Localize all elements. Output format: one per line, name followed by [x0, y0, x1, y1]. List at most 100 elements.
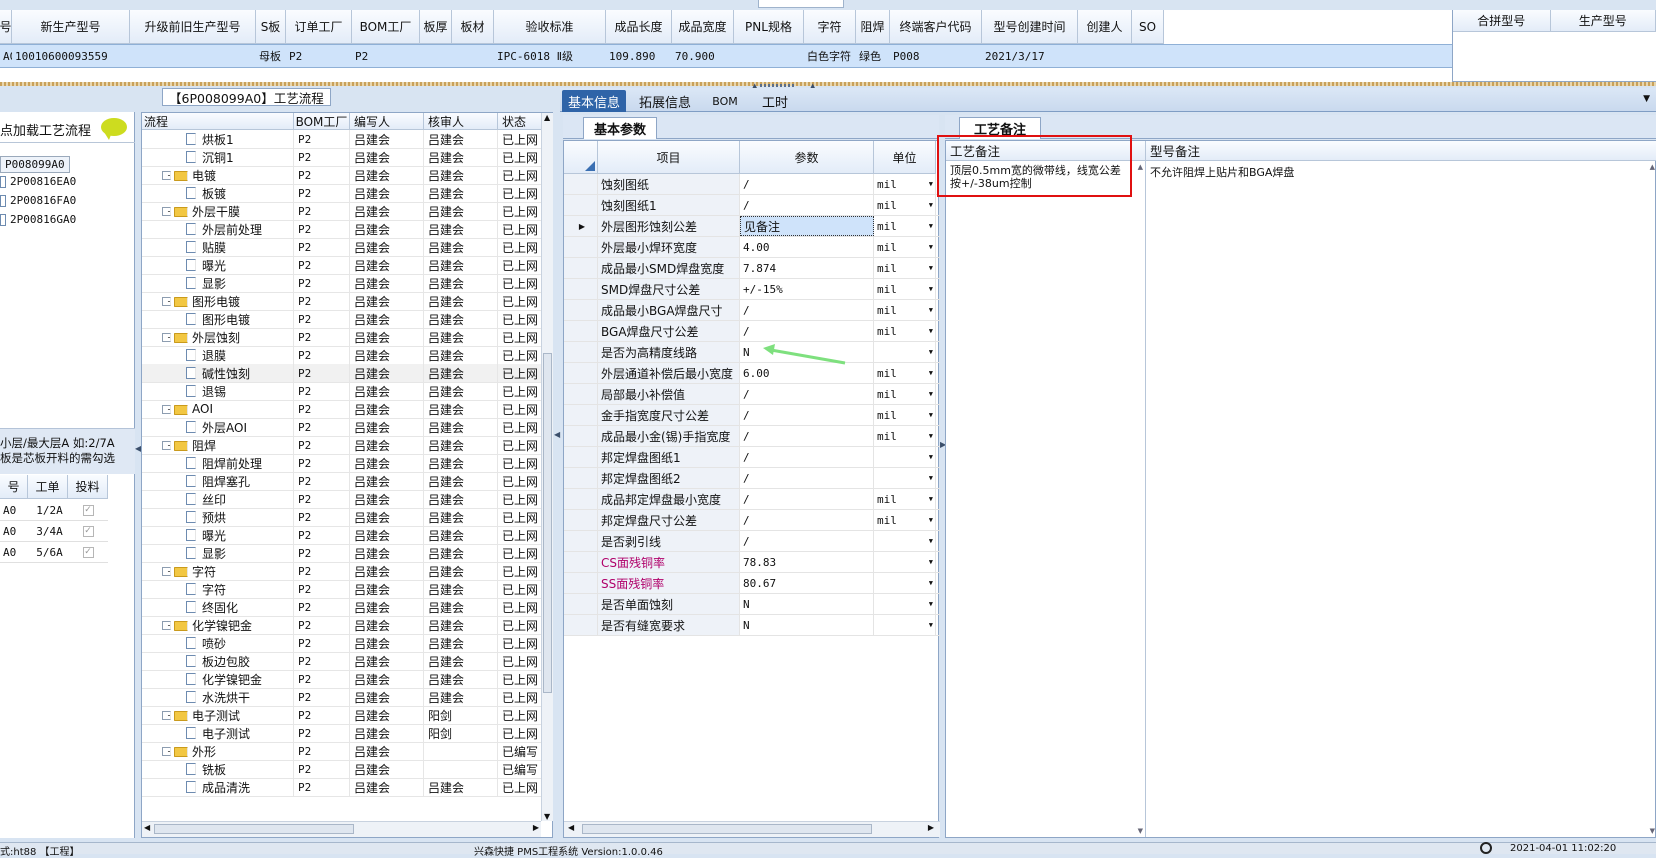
col-header-item[interactable]: 项目: [598, 141, 740, 174]
param-row[interactable]: 外层通道补偿后最小宽度 6.00 mil ▼: [564, 363, 940, 384]
param-row[interactable]: 是否单面蚀刻 N ▼: [564, 594, 940, 615]
param-unit[interactable]: mil ▼: [874, 321, 936, 341]
col-header[interactable]: 终端客户代码: [890, 10, 982, 44]
param-value[interactable]: /: [740, 426, 874, 446]
param-value[interactable]: +/-15%: [740, 279, 874, 299]
table-row[interactable]: −图形电镀P2吕建会吕建会已上网: [142, 292, 542, 311]
col-header[interactable]: 成品宽度: [672, 10, 734, 44]
param-h-scrollbar[interactable]: ◀ ▶: [564, 821, 940, 837]
row-selector[interactable]: [564, 363, 598, 383]
unit-dropdown-icon[interactable]: ▼: [929, 369, 933, 377]
table-row[interactable]: 退膜 P2 吕建会 吕建会 已上网: [142, 346, 542, 365]
grid-cell[interactable]: P2: [352, 45, 420, 67]
row-selector[interactable]: [564, 573, 598, 593]
col-header[interactable]: 订单工厂: [286, 10, 352, 44]
param-row[interactable]: 蚀刻图纸 / mil ▼: [564, 174, 940, 195]
scroll-down-icon[interactable]: ▼: [1138, 827, 1143, 835]
col-header-status[interactable]: 状态: [498, 113, 542, 129]
table-row[interactable]: 板边包胶 P2 吕建会 吕建会 已上网: [142, 652, 542, 671]
param-value[interactable]: /: [740, 195, 874, 215]
param-row[interactable]: 成品最小金(锡)手指宽度 / mil ▼: [564, 426, 940, 447]
row-selector[interactable]: [564, 279, 598, 299]
table-row[interactable]: 曝光 P2 吕建会 吕建会 已上网: [142, 526, 542, 545]
col-header[interactable]: SO: [1132, 10, 1164, 44]
collapse-toggle-icon[interactable]: −: [162, 620, 171, 630]
row-selector[interactable]: [564, 342, 598, 362]
scroll-right-icon[interactable]: ▶: [533, 823, 539, 832]
unit-dropdown-icon[interactable]: ▼: [929, 558, 933, 566]
unit-dropdown-icon[interactable]: ▼: [929, 621, 933, 629]
param-value[interactable]: 4.00: [740, 237, 874, 257]
feed-checkbox[interactable]: ✓: [82, 504, 94, 516]
vertical-scrollbar[interactable]: ▲ ▼: [541, 113, 553, 821]
unit-dropdown-icon[interactable]: ▼: [929, 537, 933, 545]
param-unit[interactable]: ▼: [874, 573, 936, 593]
param-value[interactable]: /: [740, 531, 874, 551]
table-row[interactable]: 贴膜 P2 吕建会 吕建会 已上网: [142, 238, 542, 257]
param-value[interactable]: /: [740, 300, 874, 320]
col-header-author[interactable]: 编写人: [350, 113, 424, 129]
table-row[interactable]: 外层AOI P2 吕建会 吕建会 已上网: [142, 418, 542, 437]
grid-cell[interactable]: 母板: [256, 45, 286, 67]
param-unit[interactable]: ▼: [874, 342, 936, 362]
unit-dropdown-icon[interactable]: ▼: [929, 474, 933, 482]
param-row[interactable]: 是否剥引线 / ▼: [564, 531, 940, 552]
param-value[interactable]: 见备注: [740, 216, 874, 236]
load-process-label[interactable]: 点加载工艺流程: [0, 120, 91, 139]
row-selector[interactable]: [564, 237, 598, 257]
horizontal-splitter[interactable]: [0, 82, 1656, 86]
table-row[interactable]: 电子测试 P2 吕建会 阳剑 已上网: [142, 724, 542, 743]
param-value[interactable]: /: [740, 174, 874, 194]
unit-dropdown-icon[interactable]: ▼: [929, 516, 933, 524]
param-unit[interactable]: ▼: [874, 531, 936, 551]
col-header[interactable]: 验收标准: [494, 10, 606, 44]
table-row[interactable]: 阻焊塞孔 P2 吕建会 吕建会 已上网: [142, 472, 542, 491]
table-row[interactable]: 外层前处理 P2 吕建会 吕建会 已上网: [142, 220, 542, 239]
scroll-right-icon[interactable]: ▶: [928, 823, 934, 832]
param-unit[interactable]: mil ▼: [874, 363, 936, 383]
process-notes-area[interactable]: 顶层0.5mm宽的微带线，线宽公差按+/-38um控制 ▲ ▼: [946, 161, 1146, 837]
collapse-toggle-icon[interactable]: −: [162, 332, 171, 342]
row-selector[interactable]: [564, 195, 598, 215]
param-row[interactable]: 外层最小焊环宽度 4.00 mil ▼: [564, 237, 940, 258]
param-unit[interactable]: mil ▼: [874, 258, 936, 278]
col-header[interactable]: 号: [0, 475, 28, 499]
param-value[interactable]: /: [740, 384, 874, 404]
param-unit[interactable]: ▼: [874, 594, 936, 614]
grid-cell[interactable]: [1132, 45, 1164, 67]
table-row[interactable]: A0 5/6A ✓: [0, 542, 108, 563]
param-row[interactable]: 邦定焊盘尺寸公差 / mil ▼: [564, 510, 940, 531]
table-row[interactable]: 碱性蚀刻 P2 吕建会 吕建会 已上网: [142, 364, 542, 383]
table-row[interactable]: 成品清洗 P2 吕建会 吕建会 已上网: [142, 778, 542, 797]
table-row[interactable]: 板镀 P2 吕建会 吕建会 已上网: [142, 184, 542, 203]
param-unit[interactable]: ▼: [874, 447, 936, 467]
feed-checkbox[interactable]: ✓: [82, 525, 94, 537]
row-selector[interactable]: [564, 426, 598, 446]
param-unit[interactable]: mil ▼: [874, 195, 936, 215]
row-selector[interactable]: [564, 531, 598, 551]
grid-cell[interactable]: 109.890: [606, 45, 672, 67]
col-header-unit[interactable]: 单位: [874, 141, 936, 174]
table-row[interactable]: 显影 P2 吕建会 吕建会 已上网: [142, 274, 542, 293]
scroll-down-icon[interactable]: ▼: [1650, 827, 1655, 835]
col-header-reviewer[interactable]: 核审人: [424, 113, 498, 129]
unit-dropdown-icon[interactable]: ▼: [929, 180, 933, 188]
grid-cell[interactable]: 白色字符: [804, 45, 856, 67]
unit-dropdown-icon[interactable]: ▼: [929, 495, 933, 503]
table-row[interactable]: −外层蚀刻P2吕建会吕建会已上网: [142, 328, 542, 347]
table-row[interactable]: −电镀P2吕建会吕建会已上网: [142, 166, 542, 185]
param-row[interactable]: SMD焊盘尺寸公差 +/-15% mil ▼: [564, 279, 940, 300]
scrollbar-thumb[interactable]: [543, 353, 552, 693]
scroll-up-icon[interactable]: ▲: [1650, 163, 1655, 171]
tree-root[interactable]: P008099A0: [0, 156, 70, 173]
tab-work-hours[interactable]: 工时: [750, 90, 800, 112]
param-row[interactable]: 邦定焊盘图纸1/ ▼: [564, 447, 940, 468]
param-unit[interactable]: ▼: [874, 552, 936, 572]
unit-dropdown-icon[interactable]: ▼: [929, 306, 933, 314]
param-unit[interactable]: mil ▼: [874, 174, 936, 194]
col-header[interactable]: 型号创建时间: [982, 10, 1078, 44]
grid-cell[interactable]: P2: [286, 45, 352, 67]
row-selector[interactable]: [564, 510, 598, 530]
row-selector-arrow-icon[interactable]: ▶: [564, 216, 598, 236]
production-model-header[interactable]: 生产型号: [1550, 10, 1656, 32]
